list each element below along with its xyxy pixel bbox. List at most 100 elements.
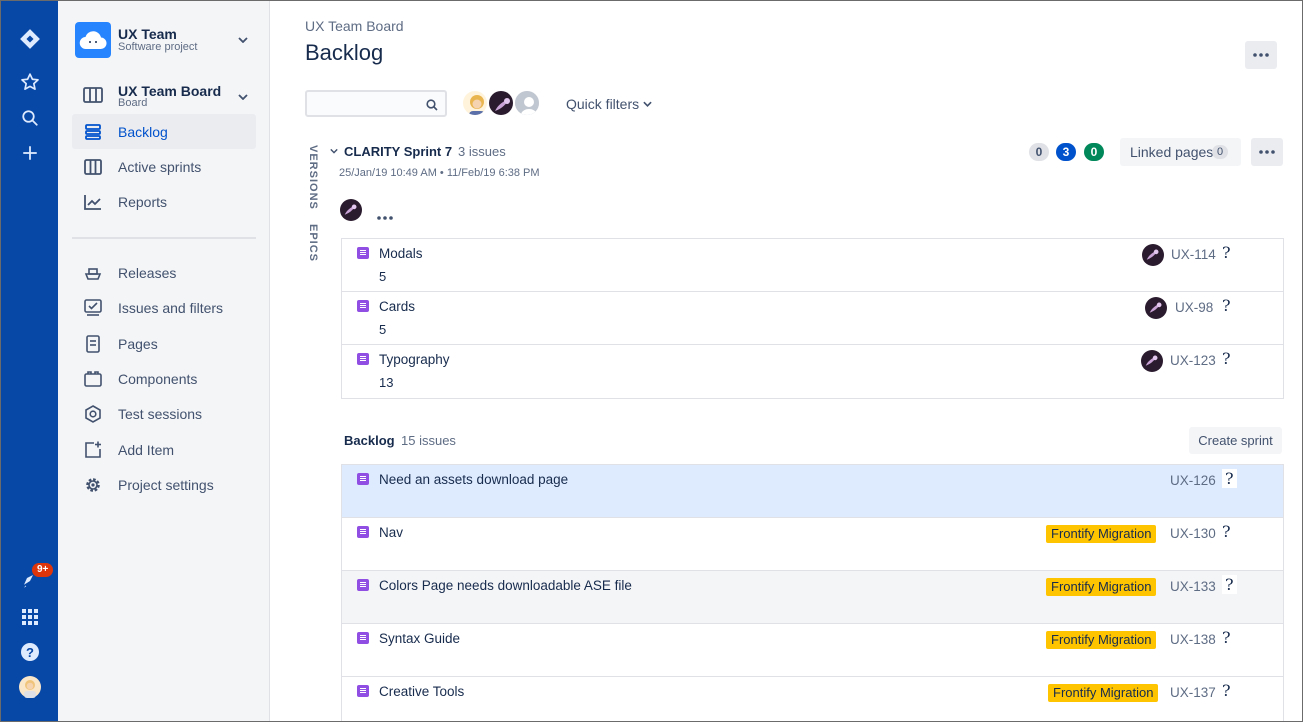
issues-icon	[83, 298, 103, 318]
issue-estimate: 13	[379, 375, 394, 390]
epic-label[interactable]: Frontify Migration	[1046, 631, 1157, 649]
story-icon	[357, 247, 369, 259]
svg-text:?: ?	[26, 645, 34, 660]
jira-logo-icon[interactable]	[1, 24, 58, 54]
issue-summary: Syntax Guide	[379, 631, 461, 646]
quick-filters-label: Quick filters	[566, 96, 640, 112]
list-item[interactable]: Modals 5 UX-114 ?	[342, 239, 1283, 292]
status-badge-in-progress: 3	[1056, 143, 1076, 161]
sidebar-item-test-sessions[interactable]: Test sessions	[72, 396, 256, 431]
epic-label[interactable]: Frontify Migration	[1048, 684, 1159, 702]
sprint-actions-button[interactable]	[1251, 138, 1283, 166]
backlog-icon	[83, 122, 103, 142]
board-switcher[interactable]: UX Team Board Board	[75, 80, 255, 114]
board-icon	[83, 157, 103, 177]
issue-summary: Cards	[379, 299, 416, 314]
issue-key[interactable]: UX-114	[1171, 247, 1216, 262]
issue-key[interactable]: UX-126	[1170, 473, 1216, 488]
sidebar-item-backlog[interactable]: Backlog	[72, 114, 256, 149]
search-field[interactable]	[305, 90, 447, 117]
sidebar-item-label: Pages	[118, 336, 158, 352]
sprint-participant-avatar[interactable]	[340, 199, 362, 221]
sidebar-item-pages[interactable]: Pages	[72, 326, 256, 361]
linked-pages-label: Linked pages	[1130, 144, 1214, 160]
sidebar-item-issues-and-filters[interactable]: Issues and filters	[72, 290, 256, 325]
quick-filters-dropdown[interactable]: Quick filters	[566, 96, 652, 112]
list-item[interactable]: Syntax Guide Frontify Migration UX-138 ?	[342, 624, 1283, 677]
tab-versions[interactable]: VERSIONS	[307, 145, 319, 210]
main-content: UX Team Board Backlog Quick filters VERS…	[270, 1, 1302, 721]
linked-pages-count: 0	[1212, 145, 1229, 159]
list-item[interactable]: Typography 13 UX-123 ?	[342, 345, 1283, 398]
sidebar-item-add-item[interactable]: Add Item	[72, 432, 256, 467]
project-avatar	[75, 22, 111, 58]
chevron-down-icon[interactable]	[235, 89, 251, 105]
assignee-avatar	[1145, 297, 1167, 319]
search-input[interactable]	[307, 92, 417, 115]
help-icon[interactable]: ?	[1, 637, 58, 667]
test-session-icon	[83, 404, 103, 424]
chevron-down-icon	[330, 148, 338, 154]
story-icon	[357, 632, 369, 644]
epic-label[interactable]: Frontify Migration	[1046, 525, 1157, 543]
more-icon[interactable]	[377, 207, 393, 225]
linked-pages-button[interactable]: Linked pages 0	[1120, 138, 1241, 166]
issue-estimate: 5	[379, 269, 387, 284]
avatar-filter-user-1[interactable]	[461, 89, 489, 117]
more-actions-button[interactable]	[1245, 41, 1277, 69]
sidebar-item-label: Active sprints	[118, 159, 202, 175]
list-item[interactable]: Nav Frontify Migration UX-130 ?	[342, 518, 1283, 571]
list-item[interactable]: Colors Page needs downloadable ASE file …	[342, 571, 1283, 624]
tab-epics[interactable]: EPICS	[307, 224, 319, 262]
user-avatar[interactable]	[1, 672, 58, 702]
project-type: Software project	[118, 41, 198, 53]
search-icon[interactable]	[1, 103, 58, 133]
chevron-down-icon[interactable]	[235, 32, 251, 48]
avatar-filter-user-2[interactable]	[487, 89, 515, 117]
issue-summary: Typography	[379, 352, 450, 367]
sidebar-item-label: Components	[118, 371, 198, 387]
avatar-filter-unassigned[interactable]	[513, 89, 541, 117]
project-switcher[interactable]: UX Team Software project	[75, 22, 255, 60]
app-switcher-icon[interactable]	[1, 602, 58, 632]
sidebar-item-components[interactable]: Components	[72, 361, 256, 396]
search-icon	[426, 98, 438, 116]
sidebar-item-project-settings[interactable]: Project settings	[72, 467, 256, 502]
issue-summary: Need an assets download page	[379, 472, 569, 487]
breadcrumb[interactable]: UX Team Board	[305, 18, 404, 34]
sidebar-item-active-sprints[interactable]: Active sprints	[72, 149, 256, 184]
issue-key[interactable]: UX-133	[1170, 579, 1216, 594]
chevron-down-icon	[643, 101, 652, 107]
sidebar-item-label: Project settings	[118, 477, 214, 493]
sidebar-item-reports[interactable]: Reports	[72, 184, 256, 219]
page-icon	[83, 334, 103, 354]
story-icon	[357, 579, 369, 591]
list-item[interactable]: Need an assets download page UX-126 ?	[342, 465, 1283, 518]
add-item-icon	[83, 440, 103, 460]
sidebar-item-label: Test sessions	[118, 406, 203, 422]
list-item[interactable]: Creative Tools Frontify Migration UX-137…	[342, 677, 1283, 721]
more-icon	[1253, 53, 1269, 57]
epic-label[interactable]: Frontify Migration	[1046, 578, 1157, 596]
priority-unknown-icon: ?	[1222, 681, 1231, 700]
star-icon[interactable]	[1, 67, 58, 97]
issue-key[interactable]: UX-123	[1170, 353, 1216, 368]
sidebar-item-label: Issues and filters	[118, 300, 224, 316]
gear-icon	[83, 475, 103, 495]
issue-key[interactable]: UX-98	[1175, 300, 1213, 315]
issue-summary: Nav	[379, 525, 404, 540]
plus-icon[interactable]	[1, 138, 58, 168]
priority-unknown-icon: ?	[1222, 349, 1231, 368]
issue-key[interactable]: UX-138	[1170, 632, 1216, 647]
app-window: 9+ ? UX Team Software project UX Team Bo…	[0, 0, 1303, 722]
backlog-issue-list: Need an assets download page UX-126 ? Na…	[341, 464, 1284, 721]
story-icon	[357, 473, 369, 485]
reports-icon	[83, 192, 103, 212]
issue-key[interactable]: UX-130	[1170, 526, 1216, 541]
list-item[interactable]: Cards 5 UX-98 ?	[342, 292, 1283, 345]
issue-key[interactable]: UX-137	[1170, 685, 1216, 700]
status-badge-todo: 0	[1029, 143, 1049, 161]
backlog-issue-count: 15 issues	[401, 433, 456, 448]
sidebar-item-releases[interactable]: Releases	[72, 255, 256, 290]
create-sprint-button[interactable]: Create sprint	[1189, 427, 1282, 454]
